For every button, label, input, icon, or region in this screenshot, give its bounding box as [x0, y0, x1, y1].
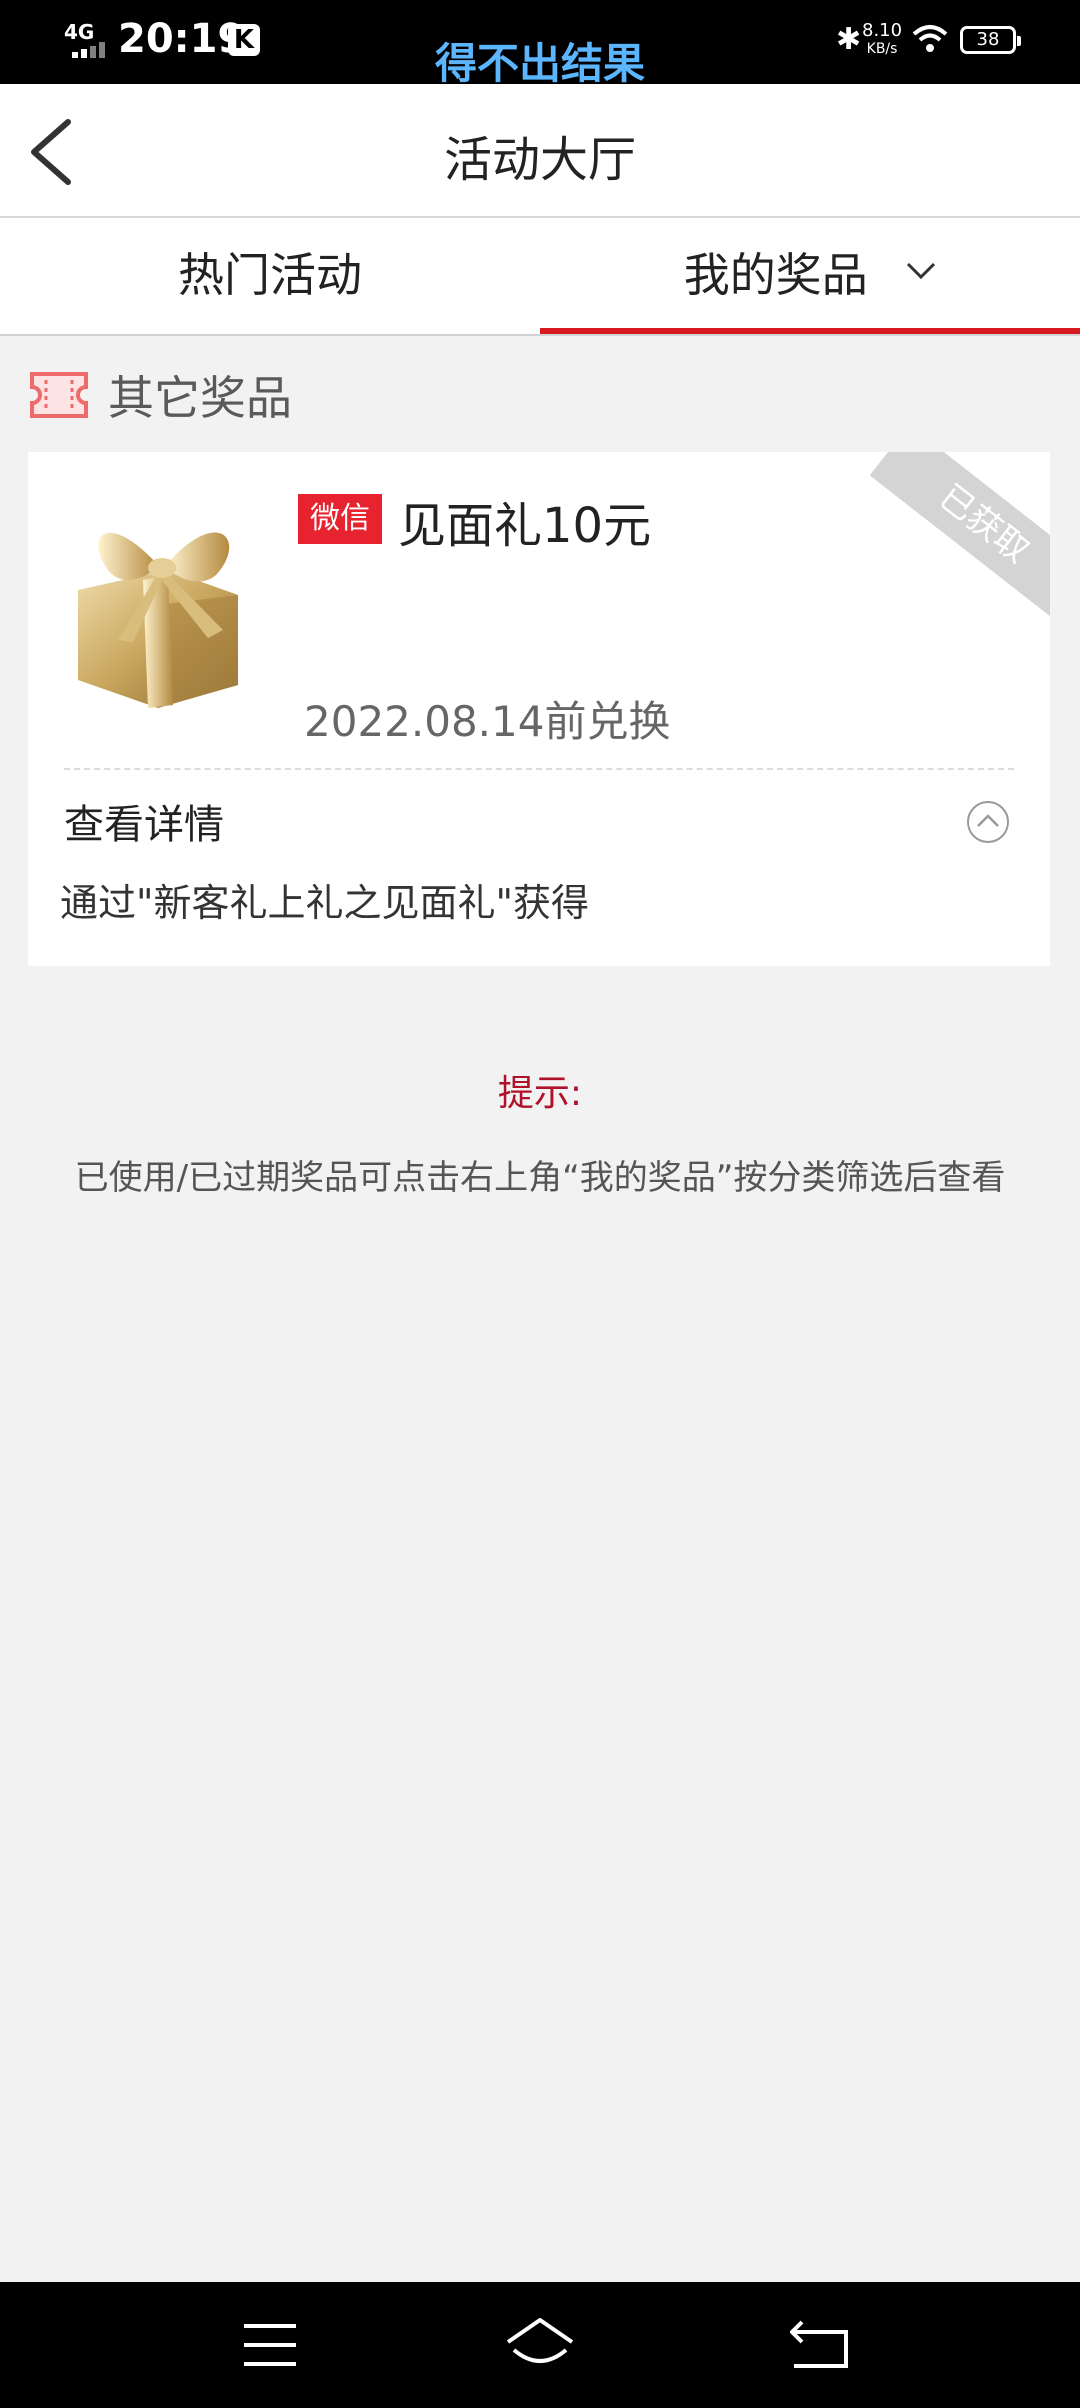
divider: [64, 768, 1014, 770]
ticket-icon: [30, 372, 88, 418]
app-header: 活动大厅: [0, 84, 1080, 218]
chevron-up-circle-icon[interactable]: [966, 800, 1010, 844]
wifi-icon: [912, 25, 948, 52]
tab-my-prizes[interactable]: 我的奖品: [540, 218, 1080, 334]
system-nav-bar: [0, 2282, 1080, 2408]
wechat-badge: 微信: [298, 494, 382, 544]
gift-box-image: [78, 532, 238, 708]
home-icon[interactable]: [500, 2312, 580, 2378]
tab-hot-activities[interactable]: 热门活动: [0, 218, 540, 334]
obtained-status-ribbon: 已获取: [869, 452, 1050, 624]
back-nav-icon[interactable]: [780, 2312, 860, 2378]
network-speed: 8.10 KB/s: [862, 22, 902, 58]
chevron-down-icon[interactable]: [906, 262, 936, 280]
active-tab-indicator: [540, 328, 1080, 334]
battery-indicator: 38: [960, 26, 1021, 54]
expiry-date: 2022.08.14前兑换: [304, 697, 671, 746]
hint-title: 提示:: [497, 1073, 583, 1114]
speed-unit: KB/s: [866, 41, 898, 57]
tab-my-prizes-label: 我的奖品: [683, 248, 868, 302]
prize-card[interactable]: 微信 见面礼10元 2022.08.14前兑换 已获取 查看详情 通过"新客礼上…: [28, 452, 1050, 966]
speed-value: 8.10: [862, 20, 903, 41]
tab-bar: 热门活动 我的奖品: [0, 218, 1080, 336]
status-bar: 4G 20:19 K 得不出结果 ✱ 8.10 KB/s 38: [0, 0, 1080, 88]
view-details-label[interactable]: 查看详情: [64, 792, 224, 850]
section-title: 其它奖品: [108, 371, 292, 425]
menu-icon[interactable]: [230, 2312, 310, 2378]
bluetooth-icon: ✱: [836, 22, 862, 57]
hint-text: 已使用/已过期奖品可点击右上角“我的奖品”按分类筛选后查看: [74, 1158, 1006, 1198]
prize-name: 见面礼10元: [398, 498, 652, 554]
prize-source-text: 通过"新客礼上礼之见面礼"获得: [60, 881, 589, 925]
page-title: 活动大厅: [443, 132, 636, 188]
